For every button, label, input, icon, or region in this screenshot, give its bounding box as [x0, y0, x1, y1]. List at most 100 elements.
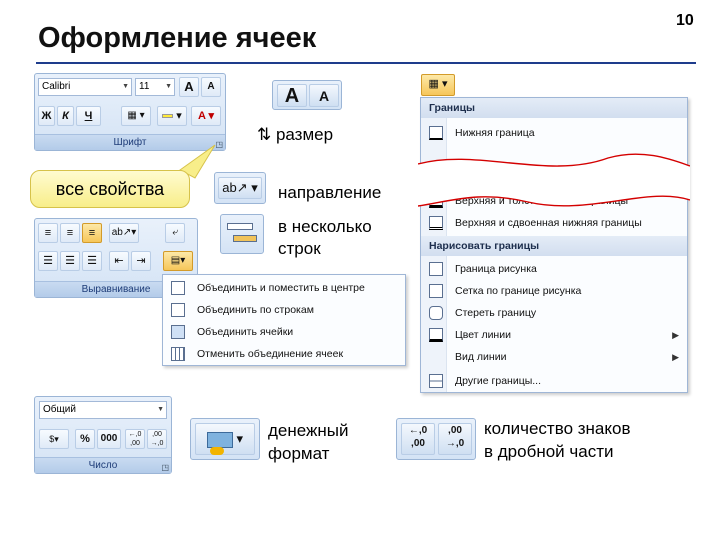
- number-format-dropdown[interactable]: Общий ▼: [39, 401, 167, 419]
- menu-item-label: Стереть границу: [455, 307, 537, 319]
- unmerge-cells-icon: [171, 347, 185, 361]
- increase-decimal-button[interactable]: ←,0,00: [125, 429, 145, 449]
- merge-across-icon: [171, 303, 185, 317]
- shrink-font-button[interactable]: A: [201, 77, 221, 97]
- torn-section: [418, 153, 690, 207]
- number-group-label: Число: [35, 457, 171, 473]
- borders-button[interactable]: ▦ ▾: [121, 106, 151, 126]
- merge-and-center-item[interactable]: Объединить и поместить в центре: [163, 277, 405, 299]
- shrink-font-icon: A: [207, 81, 215, 92]
- decrease-decimal-button[interactable]: ,00 →,0: [147, 429, 167, 449]
- increase-decimal-icon: ←,0,00: [408, 425, 428, 449]
- money-icon: [206, 431, 233, 455]
- borders-menu: Границы Нижняя граница Верхняя и толстая…: [420, 97, 688, 393]
- decimal-big-box: ←,0,00 ,00 →,0: [396, 418, 476, 460]
- decimals-caption-line1: количество знаков: [484, 419, 631, 438]
- wrap-text-icon[interactable]: [227, 221, 259, 249]
- merge-menu: Объединить и поместить в центре Объедини…: [162, 274, 406, 366]
- menu-item-label: Вид линии: [455, 351, 507, 363]
- shrink-font-button-large[interactable]: A: [309, 84, 339, 107]
- italic-button[interactable]: К: [57, 106, 74, 126]
- page-number: 10: [676, 12, 694, 29]
- chevron-down-icon: ▼: [165, 83, 172, 90]
- size-buttons: A A: [272, 80, 342, 110]
- align-top-button[interactable]: ≡: [38, 223, 58, 243]
- money-caption-line1: денежный: [268, 421, 349, 440]
- font-color-button[interactable]: A ▾: [191, 106, 221, 126]
- decrease-decimal-big-button[interactable]: ,00 →,0: [438, 423, 472, 455]
- money-caption-line2: формат: [268, 444, 330, 463]
- menu-item-label: Цвет линии: [455, 329, 511, 341]
- wrap-text-small-button[interactable]: ⤶: [165, 223, 185, 243]
- grow-font-button-large[interactable]: A: [277, 84, 307, 107]
- decrease-decimal-icon: ,00 →,0: [445, 425, 465, 449]
- number-group: Общий ▼ $▾ % 000 ←,0,00 ,00 →,0 Число ◳: [34, 396, 172, 474]
- pencil-icon: [429, 262, 443, 276]
- chevron-down-icon: ▼: [122, 83, 129, 90]
- font-name-dropdown[interactable]: Calibri ▼: [38, 78, 132, 96]
- decrease-indent-button[interactable]: ⇤: [109, 251, 129, 271]
- menu-item-label: Объединить ячейки: [197, 326, 294, 338]
- decimals-caption-line2: в дробной части: [484, 442, 614, 461]
- bottom-border-item[interactable]: Нижняя граница: [421, 122, 687, 144]
- currency-button[interactable]: $▾: [39, 429, 69, 449]
- merge-across-item[interactable]: Объединить по строкам: [163, 299, 405, 321]
- line-style-item[interactable]: Вид линии ▶: [421, 346, 687, 368]
- align-bottom-button[interactable]: ≡: [82, 223, 102, 243]
- thousands-button[interactable]: 000: [97, 429, 121, 449]
- bold-button[interactable]: Ж: [38, 106, 55, 126]
- submenu-arrow-icon: ▶: [672, 330, 679, 340]
- grow-font-button[interactable]: A: [179, 77, 199, 97]
- align-right-button[interactable]: ☰: [82, 251, 102, 271]
- menu-item-label: Отменить объединение ячеек: [197, 348, 344, 360]
- menu-item-label: Объединить по строкам: [197, 304, 314, 316]
- fill-color-button[interactable]: ▾: [157, 106, 187, 126]
- merge-cells-icon: [171, 325, 185, 339]
- shrink-font-icon: A: [318, 88, 330, 104]
- menu-item-label: Объединить и поместить в центре: [197, 282, 365, 294]
- line-style-icon: [429, 350, 443, 364]
- all-properties-callout: все свойства: [30, 170, 190, 208]
- orientation-small-button[interactable]: ab↗▾: [109, 223, 139, 243]
- merge-cells-button[interactable]: ▤▾: [163, 251, 193, 271]
- eraser-icon: [429, 306, 443, 320]
- submenu-arrow-icon: ▶: [672, 352, 679, 362]
- line-color-item[interactable]: Цвет линии ▶: [421, 324, 687, 346]
- font-color-icon: A: [197, 110, 206, 122]
- wrap-caption-line1: в несколько: [278, 217, 372, 236]
- underline-button[interactable]: Ч: [76, 106, 101, 126]
- font-name-value: Calibri: [42, 81, 71, 92]
- borders-dropdown-button[interactable]: ▦ ▾: [421, 74, 455, 96]
- merge-center-icon: [171, 281, 185, 295]
- font-size-value: 11: [139, 81, 150, 92]
- currency-format-button[interactable]: ▾: [195, 423, 255, 455]
- menu-item-label: Другие границы...: [455, 375, 542, 387]
- title-rule: [36, 62, 696, 64]
- draw-border-item[interactable]: Граница рисунка: [421, 258, 687, 280]
- fill-bucket-icon: [162, 114, 174, 119]
- wrap-caption-line2: строк: [278, 239, 321, 258]
- draw-border-grid-item[interactable]: Сетка по границе рисунка: [421, 280, 687, 302]
- borders-menu-header: Границы: [421, 98, 687, 118]
- number-format-value: Общий: [43, 404, 76, 415]
- align-middle-button[interactable]: ≡: [60, 223, 80, 243]
- menu-item-label: Нижняя граница: [455, 127, 535, 139]
- menu-item-label: Сетка по границе рисунка: [455, 285, 582, 297]
- dialog-launcher-icon[interactable]: ◳: [161, 463, 169, 472]
- chevron-down-icon: ▼: [157, 406, 164, 413]
- merge-cells-item[interactable]: Объединить ячейки: [163, 321, 405, 343]
- align-center-button[interactable]: ☰: [60, 251, 80, 271]
- align-left-button[interactable]: ☰: [38, 251, 58, 271]
- erase-border-item[interactable]: Стереть границу: [421, 302, 687, 324]
- menu-item-label: Граница рисунка: [455, 263, 537, 275]
- more-borders-item[interactable]: Другие границы...: [421, 370, 687, 392]
- percent-button[interactable]: %: [75, 429, 95, 449]
- bottom-border-icon: [429, 126, 443, 140]
- font-size-dropdown[interactable]: 11 ▼: [135, 78, 175, 96]
- currency-big-box: ▾: [190, 418, 260, 460]
- increase-decimal-big-button[interactable]: ←,0,00: [401, 423, 435, 455]
- grow-font-icon: A: [284, 85, 300, 107]
- increase-indent-button[interactable]: ⇥: [131, 251, 151, 271]
- line-color-icon: [429, 328, 443, 342]
- unmerge-cells-item[interactable]: Отменить объединение ячеек: [163, 343, 405, 365]
